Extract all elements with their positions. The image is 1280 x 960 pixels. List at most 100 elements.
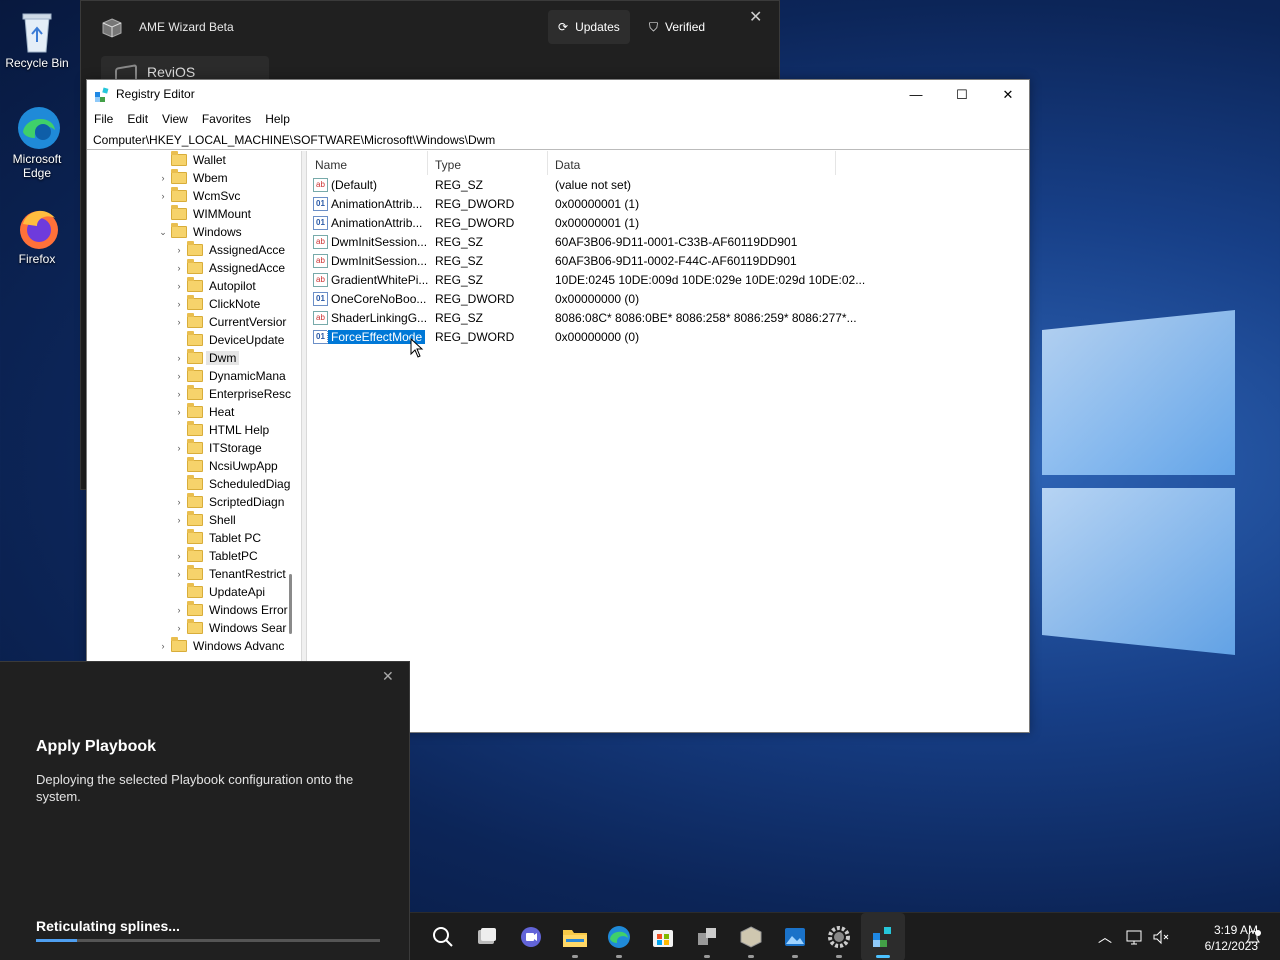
desktop-icon-edge[interactable]: Microsoft Edge bbox=[0, 104, 74, 180]
taskbar-chat[interactable] bbox=[509, 913, 553, 960]
value-type: REG_DWORD bbox=[435, 330, 515, 344]
tree-key[interactable]: › EnterpriseResc bbox=[173, 385, 291, 403]
value-type: REG_DWORD bbox=[435, 216, 515, 230]
chevron-right-icon[interactable]: › bbox=[173, 443, 185, 453]
value-row[interactable]: 01 OneCoreNoBoo... REG_DWORD 0x00000000 (0) bbox=[308, 290, 1028, 309]
chevron-right-icon[interactable]: › bbox=[157, 191, 169, 201]
value-row[interactable]: ab DwmInitSession... REG_SZ 60AF3B06-9D11-0… bbox=[308, 233, 1028, 252]
tree-key[interactable]: › DynamicMana bbox=[173, 367, 286, 385]
tree-key[interactable]: › Dwm bbox=[173, 349, 240, 367]
tree-key[interactable]: › Windows Advanc bbox=[157, 637, 284, 655]
chevron-right-icon[interactable]: › bbox=[157, 173, 169, 183]
menu-favorites[interactable]: Favorites bbox=[195, 110, 258, 130]
tree-key[interactable]: Wallet bbox=[157, 151, 226, 169]
tree-key[interactable]: › Wbem bbox=[157, 169, 228, 187]
tree-key[interactable]: › WcmSvc bbox=[157, 187, 240, 205]
value-row[interactable]: ab GradientWhitePi... REG_SZ 10DE:0245 10DE… bbox=[308, 271, 1028, 290]
close-button[interactable]: ✕ bbox=[985, 80, 1031, 109]
value-row[interactable]: ab DwmInitSession... REG_SZ 60AF3B06-9D11-0… bbox=[308, 252, 1028, 271]
tree-key[interactable]: ScheduledDiag bbox=[173, 475, 290, 493]
tray-notifications[interactable] bbox=[1244, 913, 1262, 960]
tree-key[interactable]: WIMMount bbox=[157, 205, 251, 223]
chevron-right-icon[interactable]: › bbox=[173, 497, 185, 507]
binary-value-icon: 01 bbox=[313, 330, 328, 344]
taskbar-photos[interactable] bbox=[773, 913, 817, 960]
menu-edit[interactable]: Edit bbox=[120, 110, 155, 130]
chevron-right-icon[interactable]: › bbox=[173, 605, 185, 615]
tree-key[interactable]: › CurrentVersior bbox=[173, 313, 286, 331]
taskbar-regedit[interactable] bbox=[861, 913, 905, 960]
desktop-icon-firefox[interactable]: Firefox bbox=[0, 204, 74, 266]
taskbar-ame-wizard[interactable] bbox=[729, 913, 773, 960]
taskbar-search[interactable] bbox=[421, 913, 465, 960]
chevron-right-icon[interactable]: › bbox=[173, 407, 185, 417]
tree-key[interactable]: › ClickNote bbox=[173, 295, 260, 313]
tray-volume[interactable] bbox=[1152, 913, 1170, 960]
menu-file[interactable]: File bbox=[87, 110, 120, 130]
maximize-button[interactable]: ☐ bbox=[939, 80, 985, 109]
column-header-type[interactable]: Type bbox=[428, 151, 548, 175]
pane-splitter[interactable] bbox=[301, 151, 307, 733]
tray-overflow-button[interactable]: ︿ bbox=[1098, 913, 1112, 960]
tree-key[interactable]: › Shell bbox=[173, 511, 236, 529]
chevron-right-icon[interactable]: › bbox=[173, 389, 185, 399]
address-bar[interactable]: Computer\HKEY_LOCAL_MACHINE\SOFTWARE\Mic… bbox=[87, 132, 1029, 150]
minimize-button[interactable]: — bbox=[893, 80, 939, 109]
column-header-data[interactable]: Data bbox=[548, 151, 836, 175]
chevron-right-icon[interactable]: › bbox=[173, 299, 185, 309]
chevron-right-icon[interactable]: › bbox=[173, 245, 185, 255]
tree-key[interactable]: › ScriptedDiagn bbox=[173, 493, 284, 511]
taskbar-settings[interactable] bbox=[817, 913, 861, 960]
string-value-icon: ab bbox=[313, 178, 328, 192]
updates-button[interactable]: ⟳ Updates bbox=[548, 10, 630, 44]
tree-key[interactable]: › AssignedAcce bbox=[173, 241, 285, 259]
tree-key-label: Windows Error bbox=[209, 603, 288, 617]
tree-key[interactable]: › Windows Error bbox=[173, 601, 288, 619]
tray-network[interactable] bbox=[1126, 913, 1144, 960]
taskbar-task-view[interactable] bbox=[465, 913, 509, 960]
taskbar-store[interactable] bbox=[641, 913, 685, 960]
column-header-name[interactable]: Name bbox=[308, 151, 428, 175]
chevron-right-icon[interactable]: › bbox=[173, 281, 185, 291]
tree-key[interactable]: ⌄ Windows bbox=[157, 223, 242, 241]
chevron-right-icon[interactable]: › bbox=[173, 317, 185, 327]
desktop-icon-recycle-bin[interactable]: Recycle Bin bbox=[0, 8, 74, 70]
tree-key[interactable]: › TenantRestrict bbox=[173, 565, 286, 583]
chevron-right-icon[interactable]: › bbox=[173, 263, 185, 273]
tree-key[interactable]: › ITStorage bbox=[173, 439, 262, 457]
key-tree[interactable]: Wallet › Wbem › WcmSvc WIMMount ⌄ Windows › Assig… bbox=[87, 151, 301, 731]
menu-help[interactable]: Help bbox=[258, 110, 297, 130]
tree-key[interactable]: › TabletPC bbox=[173, 547, 258, 565]
chevron-right-icon[interactable]: › bbox=[157, 641, 169, 651]
ame-close-button[interactable]: ✕ bbox=[749, 7, 762, 27]
tree-key[interactable]: UpdateApi bbox=[173, 583, 265, 601]
tree-key[interactable]: › Heat bbox=[173, 403, 234, 421]
taskbar-file-explorer[interactable] bbox=[553, 913, 597, 960]
menu-view[interactable]: View bbox=[155, 110, 195, 130]
chevron-right-icon[interactable]: › bbox=[173, 623, 185, 633]
tree-key[interactable]: Tablet PC bbox=[173, 529, 261, 547]
string-value-icon: ab bbox=[313, 273, 328, 287]
chevron-right-icon[interactable]: › bbox=[173, 551, 185, 561]
chevron-right-icon[interactable]: › bbox=[173, 569, 185, 579]
chevron-right-icon[interactable]: › bbox=[173, 515, 185, 525]
chevron-down-icon[interactable]: ⌄ bbox=[157, 227, 169, 238]
tree-key[interactable]: HTML Help bbox=[173, 421, 269, 439]
taskbar-edge[interactable] bbox=[597, 913, 641, 960]
chevron-right-icon[interactable]: › bbox=[173, 371, 185, 381]
tree-key[interactable]: › Autopilot bbox=[173, 277, 256, 295]
value-row[interactable]: ab ShaderLinkingG... REG_SZ 8086:08C* 8086:… bbox=[308, 309, 1028, 328]
chevron-right-icon[interactable]: › bbox=[173, 353, 185, 363]
tree-key[interactable]: NcsiUwpApp bbox=[173, 457, 278, 475]
taskbar-ame-tools[interactable] bbox=[685, 913, 729, 960]
value-row[interactable]: 01 AnimationAttrib... REG_DWORD 0x00000001 … bbox=[308, 214, 1028, 233]
verified-button[interactable]: ⛉ Verified bbox=[639, 10, 715, 44]
panel-close-button[interactable]: ✕ bbox=[382, 668, 394, 685]
tree-scrollbar-thumb[interactable] bbox=[289, 574, 292, 634]
tree-key[interactable]: › AssignedAcce bbox=[173, 259, 285, 277]
tree-key[interactable]: › Windows Sear bbox=[173, 619, 286, 637]
tree-key[interactable]: DeviceUpdate bbox=[173, 331, 284, 349]
value-row[interactable]: 01 AnimationAttrib... REG_DWORD 0x00000001 … bbox=[308, 195, 1028, 214]
regedit-titlebar[interactable]: Registry Editor — ☐ ✕ bbox=[87, 80, 1029, 109]
value-row[interactable]: ab (Default) REG_SZ (value not set) bbox=[308, 176, 1028, 195]
